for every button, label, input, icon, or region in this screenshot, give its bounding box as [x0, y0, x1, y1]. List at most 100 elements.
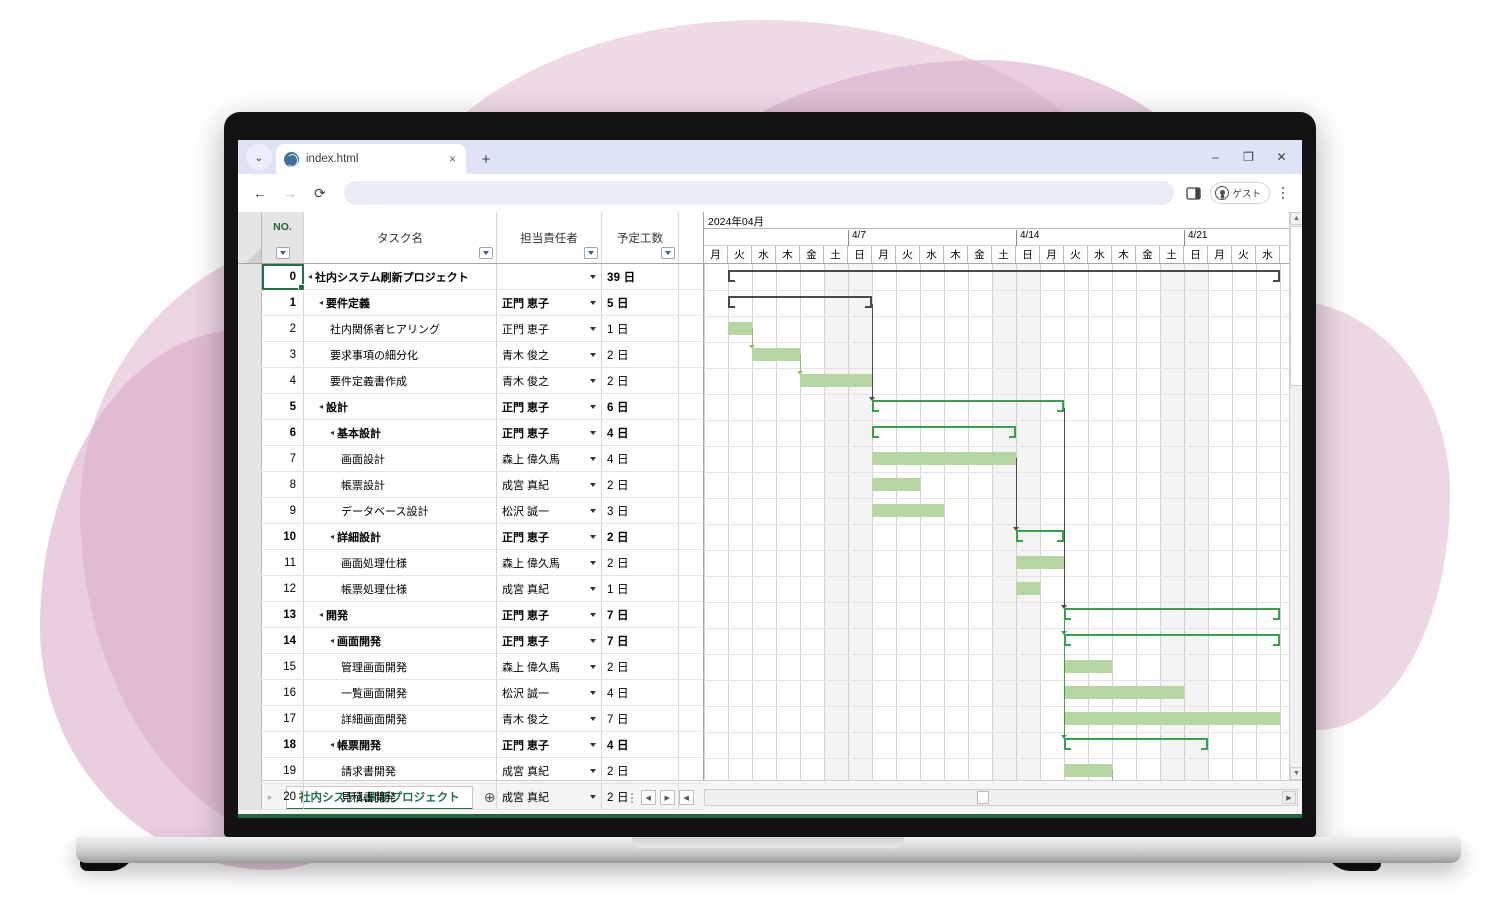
gantt-summary-bar[interactable] — [1064, 634, 1280, 647]
kebab-menu-icon[interactable] — [1272, 179, 1294, 207]
row-gutter[interactable] — [238, 654, 262, 679]
column-header-task-name[interactable]: タスク名 — [304, 212, 497, 263]
cell-no[interactable]: 10 — [262, 524, 304, 549]
owner-dropdown-icon[interactable] — [590, 301, 596, 305]
scroll-up-button[interactable]: ▲ — [1290, 212, 1302, 225]
gantt-summary-bar[interactable] — [872, 400, 1064, 413]
table-row[interactable]: 18◂帳票開発正門 恵子4 日 — [238, 732, 703, 758]
table-row[interactable]: 4要件定義書作成青木 俊之2 日 — [238, 368, 703, 394]
cell-owner[interactable]: 成宮 真紀 — [497, 758, 602, 783]
table-row[interactable]: 19請求書開発成宮 真紀2 日 — [238, 758, 703, 784]
cell-no[interactable]: 18 — [262, 732, 304, 757]
gantt-summary-bar[interactable] — [1064, 608, 1280, 621]
cell-task-name[interactable]: 一覧画面開発 — [304, 680, 497, 705]
table-row[interactable]: 13◂開発正門 恵子7 日 — [238, 602, 703, 628]
gantt-summary-bar[interactable] — [728, 270, 1280, 283]
column-header-estimate[interactable]: 予定工数 — [602, 212, 679, 263]
gantt-task-bar[interactable] — [728, 322, 752, 335]
cell-no[interactable]: 0 — [262, 264, 304, 289]
owner-dropdown-icon[interactable] — [590, 639, 596, 643]
gantt-task-bar[interactable] — [1064, 764, 1112, 777]
cell-no[interactable]: 11 — [262, 550, 304, 575]
browser-tab[interactable]: index.html × — [276, 144, 466, 174]
cell-estimate[interactable]: 2 日 — [602, 784, 679, 809]
cell-owner[interactable]: 正門 恵子 — [497, 602, 602, 627]
table-row[interactable]: 9データベース設計松沢 誠一3 日 — [238, 498, 703, 524]
row-gutter[interactable] — [238, 472, 262, 497]
owner-dropdown-icon[interactable] — [590, 275, 596, 279]
cell-owner[interactable]: 正門 恵子 — [497, 316, 602, 341]
reload-icon[interactable]: ⟳ — [306, 179, 334, 207]
cell-estimate[interactable]: 2 日 — [602, 342, 679, 367]
owner-dropdown-icon[interactable] — [590, 613, 596, 617]
cell-owner[interactable]: 青木 俊之 — [497, 706, 602, 731]
cell-task-name[interactable]: ◂詳細設計 — [304, 524, 497, 549]
gantt-task-bar[interactable] — [1064, 712, 1280, 725]
table-row[interactable]: 5◂設計正門 恵子6 日 — [238, 394, 703, 420]
cell-no[interactable]: 5 — [262, 394, 304, 419]
cell-estimate[interactable]: 4 日 — [602, 420, 679, 445]
owner-dropdown-icon[interactable] — [590, 665, 596, 669]
gantt-task-bar[interactable] — [872, 504, 944, 517]
table-row[interactable]: 7画面設計森上 偉久馬4 日 — [238, 446, 703, 472]
table-row[interactable]: 11画面処理仕様森上 偉久馬2 日 — [238, 550, 703, 576]
gantt-task-bar[interactable] — [872, 452, 1016, 465]
row-gutter[interactable] — [238, 576, 262, 601]
owner-dropdown-icon[interactable] — [590, 535, 596, 539]
table-row[interactable]: 16一覧画面開発松沢 誠一4 日 — [238, 680, 703, 706]
cell-no[interactable]: 4 — [262, 368, 304, 393]
cell-owner[interactable]: 正門 恵子 — [497, 420, 602, 445]
cell-task-name[interactable]: 要件定義書作成 — [304, 368, 497, 393]
cell-owner[interactable]: 青木 俊之 — [497, 342, 602, 367]
cell-owner[interactable]: 正門 恵子 — [497, 628, 602, 653]
owner-dropdown-icon[interactable] — [590, 691, 596, 695]
cell-no[interactable]: 16 — [262, 680, 304, 705]
cell-task-name[interactable]: 帳票設計 — [304, 472, 497, 497]
row-gutter[interactable] — [238, 628, 262, 653]
cell-owner[interactable]: 森上 偉久馬 — [497, 446, 602, 471]
back-icon[interactable]: ← — [246, 179, 274, 207]
filter-dropdown-icon-estimate[interactable] — [661, 247, 675, 259]
gantt-summary-bar[interactable] — [728, 296, 872, 309]
horizontal-scrollbar[interactable]: ▶ — [704, 789, 1298, 806]
gantt-task-bar[interactable] — [752, 348, 800, 361]
cell-task-name[interactable]: 詳細画面開発 — [304, 706, 497, 731]
cell-owner[interactable]: 成宮 真紀 — [497, 472, 602, 497]
table-row[interactable]: 20見積書開発成宮 真紀2 日 — [238, 784, 703, 810]
owner-dropdown-icon[interactable] — [590, 587, 596, 591]
cell-estimate[interactable]: 4 日 — [602, 732, 679, 757]
cell-no[interactable]: 17 — [262, 706, 304, 731]
cell-estimate[interactable]: 1 日 — [602, 316, 679, 341]
select-all-corner[interactable] — [238, 212, 262, 263]
cell-owner[interactable]: 青木 俊之 — [497, 368, 602, 393]
collapse-triangle-icon[interactable]: ◂ — [330, 533, 334, 541]
cell-task-name[interactable]: ◂基本設計 — [304, 420, 497, 445]
gantt-task-bar[interactable] — [800, 374, 872, 387]
cell-no[interactable]: 12 — [262, 576, 304, 601]
cell-owner[interactable]: 松沢 誠一 — [497, 680, 602, 705]
gantt-summary-bar[interactable] — [1016, 530, 1064, 543]
profile-guest-button[interactable]: ゲスト — [1210, 182, 1270, 204]
cell-estimate[interactable]: 2 日 — [602, 368, 679, 393]
cell-owner[interactable]: 成宮 真紀 — [497, 576, 602, 601]
cell-estimate[interactable]: 1 日 — [602, 576, 679, 601]
column-header-owner[interactable]: 担当責任者 — [497, 212, 602, 263]
filter-dropdown-icon-task-name[interactable] — [479, 247, 493, 259]
row-gutter[interactable] — [238, 446, 262, 471]
row-gutter[interactable] — [238, 498, 262, 523]
cell-estimate[interactable]: 39 日 — [602, 264, 679, 289]
table-row[interactable]: 2社内関係者ヒアリング正門 恵子1 日 — [238, 316, 703, 342]
vertical-scroll-thumb[interactable] — [1290, 226, 1302, 386]
cell-owner[interactable]: 森上 偉久馬 — [497, 550, 602, 575]
tab-search-chevron-icon[interactable]: ⌄ — [246, 144, 272, 170]
cell-no[interactable]: 1 — [262, 290, 304, 315]
owner-dropdown-icon[interactable] — [590, 561, 596, 565]
table-row[interactable]: 1◂要件定義正門 恵子5 日 — [238, 290, 703, 316]
cell-no[interactable]: 14 — [262, 628, 304, 653]
cell-estimate[interactable]: 2 日 — [602, 654, 679, 679]
gantt-task-bar[interactable] — [1064, 660, 1112, 673]
gantt-summary-bar[interactable] — [1064, 738, 1208, 751]
scroll-down-button[interactable]: ▼ — [1290, 767, 1302, 780]
table-row[interactable]: 15管理画面開発森上 偉久馬2 日 — [238, 654, 703, 680]
close-icon[interactable]: × — [447, 152, 458, 166]
